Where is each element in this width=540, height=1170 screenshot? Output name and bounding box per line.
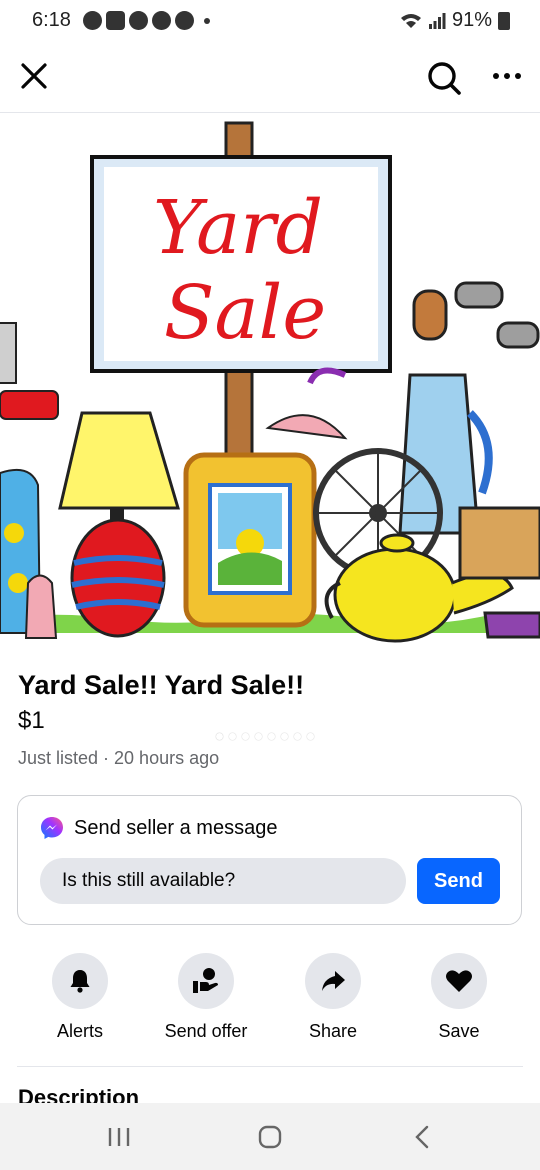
share-button-circle — [305, 953, 361, 1009]
status-time: 6:18 — [32, 9, 71, 31]
more-notifications-icon — [203, 17, 210, 24]
heart-icon — [446, 970, 472, 992]
status-left: 6:18 — [32, 9, 210, 32]
listing-title: Yard Sale!! Yard Sale!! — [18, 670, 305, 700]
status-bar: 6:18 91% — [0, 0, 540, 44]
close-icon — [21, 63, 47, 89]
carousel-dot — [216, 733, 223, 740]
more-options-button[interactable] — [486, 56, 530, 96]
alerts-button-circle — [52, 953, 108, 1009]
more-icon — [493, 73, 521, 79]
carousel-dot — [294, 733, 301, 740]
battery-icon — [498, 11, 510, 30]
message-header-label: Send seller a message — [74, 816, 278, 839]
snapchat-notification-icon — [128, 11, 148, 30]
carousel-dot — [229, 733, 236, 740]
listing-price: $1 — [18, 707, 45, 734]
save-button[interactable]: Save — [394, 953, 524, 1042]
send-button[interactable]: Send — [417, 858, 500, 904]
carousel-dots — [216, 733, 314, 740]
yard-sale-illustration: Yard Sale — [0, 121, 540, 653]
bell-icon — [70, 970, 90, 993]
save-button-circle — [431, 953, 487, 1009]
message-input[interactable] — [40, 858, 406, 904]
listing-time: Just listed · 20 hours ago — [18, 748, 220, 768]
signal-icon — [428, 12, 446, 29]
wifi-icon — [400, 13, 421, 28]
offer-icon — [193, 968, 218, 993]
alerts-label: Alerts — [56, 1021, 103, 1041]
alerts-button[interactable]: Alerts — [15, 953, 145, 1042]
facebook-notification-icon — [82, 11, 102, 30]
battery-percent: 91% — [451, 9, 492, 31]
carousel-dot — [281, 733, 288, 740]
back-icon — [415, 1125, 429, 1149]
carousel-dot — [307, 733, 314, 740]
carousel-dot — [268, 733, 275, 740]
messenger-icon — [41, 817, 63, 839]
top-bar — [0, 44, 540, 112]
notification-icons — [82, 11, 210, 30]
sign-text-line1: Yard — [153, 185, 323, 271]
carousel-dot — [255, 733, 262, 740]
system-nav-bar — [0, 1103, 540, 1170]
carousel-dot — [242, 733, 249, 740]
send-offer-button-circle — [178, 953, 234, 1009]
recent-apps-button[interactable] — [97, 1119, 141, 1155]
listing-photo[interactable]: Yard Sale — [0, 113, 540, 740]
share-label: Share — [308, 1021, 358, 1041]
sign-text-line2: Sale — [164, 270, 326, 356]
message-seller-card: Send seller a message Send — [17, 795, 522, 925]
share-icon — [322, 971, 345, 991]
save-label: Save — [438, 1021, 480, 1041]
close-button[interactable] — [14, 56, 54, 96]
send-offer-label: Send offer — [164, 1021, 248, 1041]
home-icon — [258, 1125, 282, 1149]
send-offer-button[interactable]: Send offer — [141, 953, 271, 1042]
share-button[interactable]: Share — [268, 953, 398, 1042]
recent-apps-icon — [108, 1128, 130, 1146]
action-bar: Alerts Send offer Share Save — [0, 953, 540, 1053]
snapchat-notification-icon — [174, 11, 194, 30]
message-header: Send seller a message — [40, 816, 277, 840]
app-notification-icon — [105, 11, 125, 30]
search-button[interactable] — [422, 56, 466, 100]
home-button[interactable] — [248, 1119, 292, 1155]
status-right: 91% — [400, 9, 510, 32]
back-button[interactable] — [400, 1119, 444, 1155]
snapchat-notification-icon — [151, 11, 171, 30]
search-icon — [428, 62, 461, 95]
section-divider — [17, 1066, 523, 1067]
